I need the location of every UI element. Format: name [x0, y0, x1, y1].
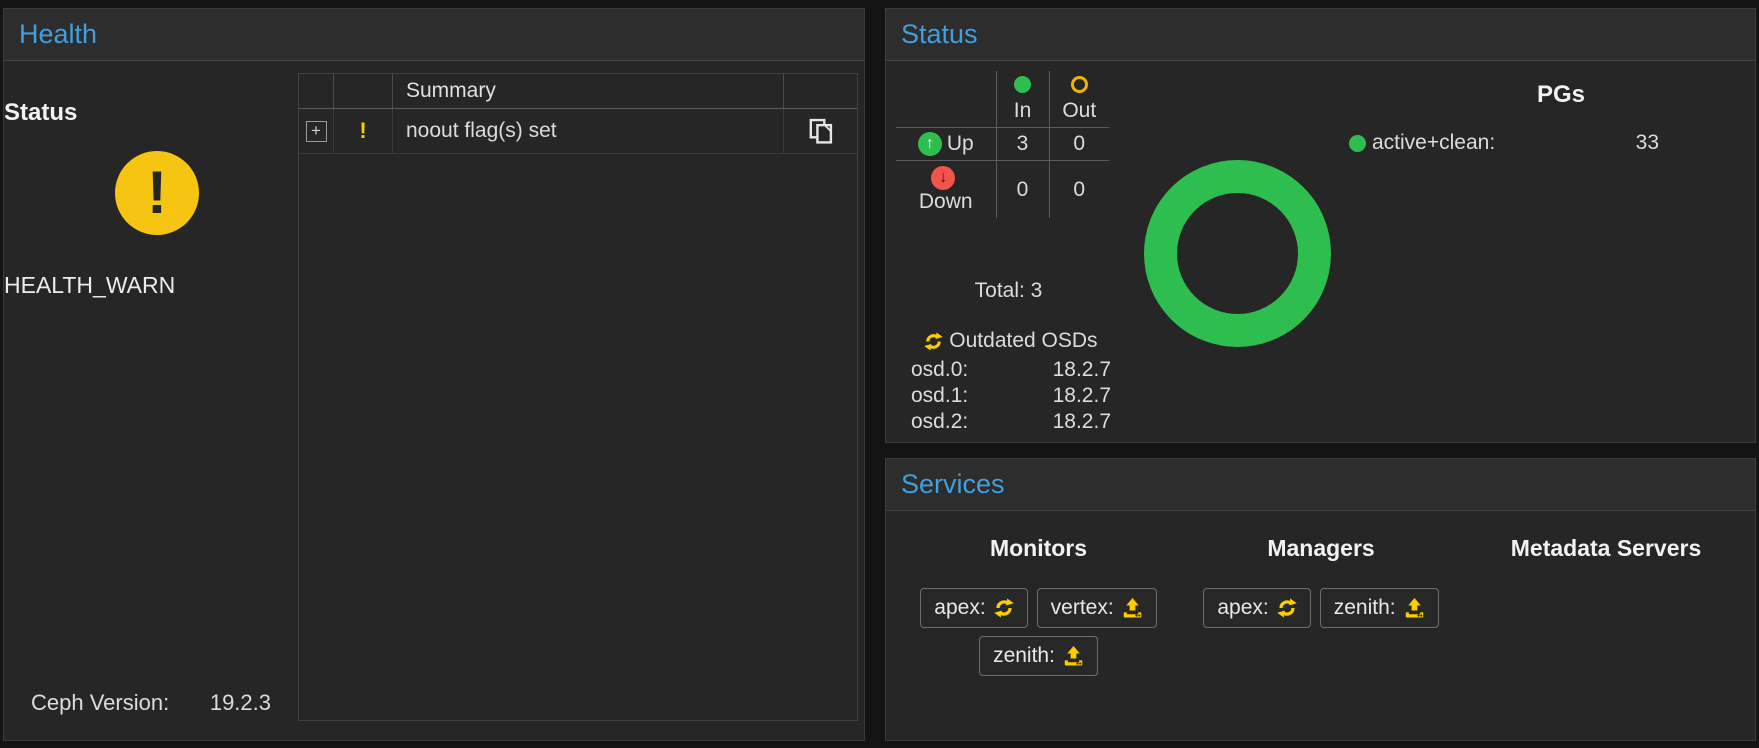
- table-row[interactable]: + ! noout flag(s) set: [299, 109, 857, 154]
- down-row-label: Down: [919, 190, 973, 213]
- expand-column-header: [299, 74, 334, 108]
- osd-up-out-value: 0: [1049, 128, 1109, 161]
- services-panel-title: Services: [901, 469, 1005, 500]
- osd-version: 18.2.7: [1053, 410, 1111, 434]
- osd-table-header-row: In Out: [896, 71, 1109, 128]
- metadata-servers-heading: Metadata Servers: [1471, 535, 1741, 562]
- summary-column-header: Summary: [393, 74, 784, 108]
- in-dot-icon: [1014, 76, 1031, 93]
- legend-value: 33: [1636, 131, 1659, 155]
- services-panel: Services Monitors apex:: [885, 458, 1756, 741]
- pgs-title: PGs: [1446, 81, 1676, 109]
- health-panel: Health Status ! HEALTH_WARN Ceph Version…: [3, 8, 865, 741]
- osd-name: osd.0:: [911, 358, 968, 382]
- health-panel-header: Health: [4, 9, 864, 61]
- copy-button[interactable]: [809, 118, 833, 144]
- out-column-label: Out: [1062, 99, 1096, 122]
- service-button-mon-vertex[interactable]: vertex:: [1037, 588, 1157, 628]
- in-column-label: In: [1014, 99, 1032, 122]
- status-panel-header: Status: [886, 9, 1755, 61]
- osd-name: osd.1:: [911, 384, 968, 408]
- health-table-header: Summary: [299, 74, 857, 109]
- status-panel-title: Status: [901, 19, 978, 50]
- monitors-group: Monitors apex: vertex:: [896, 511, 1181, 676]
- service-button-mon-apex[interactable]: apex:: [920, 588, 1027, 628]
- osd-up-row: ↑Up 3 0: [896, 128, 1109, 161]
- expand-row-icon[interactable]: +: [306, 121, 327, 142]
- health-panel-body: Status ! HEALTH_WARN Ceph Version: 19.2.…: [4, 61, 864, 740]
- osd-version-row: osd.1: 18.2.7: [896, 383, 1126, 409]
- osd-state-table: In Out ↑Up 3 0: [896, 71, 1109, 218]
- health-warning-circle-icon: !: [115, 151, 199, 235]
- up-row-label: Up: [947, 132, 974, 155]
- status-panel: Status In Out: [885, 8, 1756, 443]
- out-ring-icon: [1071, 76, 1088, 93]
- osd-version: 18.2.7: [1053, 384, 1111, 408]
- osd-total-text: Total: 3: [896, 279, 1121, 303]
- osd-up-in-value: 3: [996, 128, 1049, 161]
- service-button-mgr-zenith[interactable]: zenith:: [1320, 588, 1439, 628]
- copy-icon: [809, 118, 833, 144]
- refresh-icon: [994, 598, 1014, 618]
- osd-name: osd.2:: [911, 410, 968, 434]
- health-status-text: HEALTH_WARN: [4, 272, 304, 299]
- health-panel-title: Health: [19, 19, 97, 50]
- ceph-dashboard: Health Status ! HEALTH_WARN Ceph Version…: [0, 0, 1759, 748]
- status-panel-body: In Out ↑Up 3 0: [886, 61, 1755, 442]
- osd-version: 18.2.7: [1053, 358, 1111, 382]
- ceph-version-label: Ceph Version:: [31, 690, 169, 716]
- warning-icon: !: [359, 118, 366, 144]
- upload-icon: [1063, 646, 1084, 666]
- severity-column-header: [334, 74, 393, 108]
- osd-down-out-value: 0: [1049, 161, 1109, 218]
- osd-down-in-value: 0: [996, 161, 1049, 218]
- pgs-donut-chart: [1144, 160, 1331, 347]
- pgs-legend-row: active+clean: 33: [1349, 131, 1659, 155]
- summary-cell: noout flag(s) set: [393, 109, 784, 153]
- arrow-down-circle-icon: ↓: [931, 166, 955, 190]
- legend-label: active+clean:: [1372, 131, 1495, 155]
- health-status-heading: Status: [4, 99, 304, 127]
- metadata-servers-group: Metadata Servers: [1471, 511, 1741, 588]
- refresh-icon: [924, 332, 943, 351]
- outdated-osds-heading: Outdated OSDs: [949, 329, 1097, 352]
- managers-heading: Managers: [1186, 535, 1456, 562]
- managers-group: Managers apex: zenith:: [1186, 511, 1456, 628]
- legend-dot-icon: [1349, 135, 1366, 152]
- service-button-mon-zenith[interactable]: zenith:: [979, 636, 1098, 676]
- monitors-heading: Monitors: [896, 535, 1181, 562]
- upload-icon: [1404, 598, 1425, 618]
- outdated-osds-block: Outdated OSDs osd.0: 18.2.7 osd.1: 18.2.…: [896, 329, 1126, 435]
- refresh-icon: [1277, 598, 1297, 618]
- upload-icon: [1122, 598, 1143, 618]
- osd-version-row: osd.2: 18.2.7: [896, 409, 1126, 435]
- osd-version-row: osd.0: 18.2.7: [896, 357, 1126, 383]
- health-summary-table: Summary + ! noout flag(s) set: [298, 73, 858, 721]
- ceph-version-value: 19.2.3: [210, 690, 271, 716]
- ceph-version-row: Ceph Version: 19.2.3: [31, 690, 271, 716]
- services-panel-header: Services: [886, 459, 1755, 511]
- service-button-mgr-apex[interactable]: apex:: [1203, 588, 1310, 628]
- arrow-up-circle-icon: ↑: [918, 132, 942, 156]
- services-panel-body: Monitors apex: vertex:: [886, 511, 1755, 740]
- exclamation-icon: !: [147, 151, 167, 235]
- actions-column-header: [784, 74, 857, 108]
- osd-down-row: ↓ Down 0 0: [896, 161, 1109, 218]
